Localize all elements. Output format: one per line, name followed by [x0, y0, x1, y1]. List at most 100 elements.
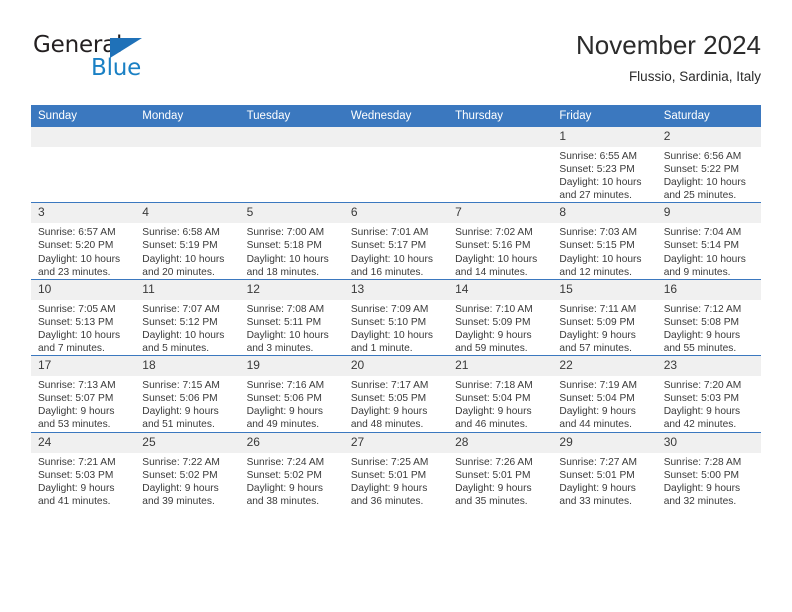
calendar-day-cell[interactable]: 5 Sunrise: 7:00 AM Sunset: 5:18 PM Daylight… — [239, 202, 344, 280]
calendar-day-cell[interactable]: 3 Sunrise: 6:57 AM Sunset: 5:20 PM Daylight… — [31, 202, 136, 280]
daylight-text: Daylight: 9 hours and 36 minutes. — [350, 482, 428, 507]
daylight-text: Daylight: 10 hours and 18 minutes. — [246, 253, 329, 278]
calendar-day-cell[interactable]: 25 Sunrise: 7:22 AM Sunset: 5:02 PM Dayligh… — [135, 431, 240, 508]
brand-name-blue: Blue — [91, 55, 142, 81]
sunrise-text: Sunrise: 7:17 AM — [350, 380, 429, 392]
calendar-day-cell[interactable]: 14 Sunrise: 7:10 AM Sunset: 5:09 PM Dayligh… — [448, 278, 553, 356]
day-number: 26 — [239, 432, 344, 453]
calendar-day-cell[interactable]: 24 Sunrise: 7:21 AM Sunset: 5:03 PM Dayligh… — [31, 431, 136, 508]
day-details: Sunrise: 7:09 AM Sunset: 5:10 PM Daylight:… — [344, 300, 448, 355]
day-number: 8 — [552, 203, 657, 224]
calendar-cell-inner — [448, 127, 553, 202]
day-details: Sunrise: 7:18 AM Sunset: 5:04 PM Daylight:… — [448, 376, 552, 431]
day-number: 13 — [343, 279, 449, 300]
calendar-cell-empty — [31, 127, 136, 203]
day-number — [343, 127, 449, 147]
daylight-text: Daylight: 10 hours and 5 minutes. — [142, 329, 225, 355]
calendar-day-cell[interactable]: 10 Sunrise: 7:05 AM Sunset: 5:13 PM Dayligh… — [31, 278, 136, 356]
day-number: 9 — [656, 203, 761, 224]
title-block: November 2024 Flussio, Sardinia, Italy — [576, 28, 761, 88]
calendar-day-cell[interactable]: 29 Sunrise: 7:27 AM Sunset: 5:01 PM Dayligh… — [552, 431, 657, 508]
sunset-text: Sunset: 5:18 PM — [246, 240, 322, 252]
sunrise-text: Sunrise: 7:25 AM — [350, 456, 429, 468]
sunrise-text: Sunrise: 6:57 AM — [38, 227, 116, 239]
calendar-cell-inner: 17 Sunrise: 7:13 AM Sunset: 5:07 PM Dayligh… — [31, 356, 136, 431]
day-details: Sunrise: 7:21 AM Sunset: 5:03 PM Daylight:… — [31, 453, 135, 508]
calendar-cell-inner — [239, 127, 344, 202]
calendar-day-cell[interactable]: 18 Sunrise: 7:15 AM Sunset: 5:06 PM Dayligh… — [135, 355, 240, 432]
calendar-day-cell[interactable]: 13 Sunrise: 7:09 AM Sunset: 5:10 PM Dayligh… — [343, 278, 449, 356]
calendar-day-cell[interactable]: 16 Sunrise: 7:12 AM Sunset: 5:08 PM Dayligh… — [656, 278, 761, 356]
calendar-day-cell[interactable]: 23 Sunrise: 7:20 AM Sunset: 5:03 PM Dayligh… — [656, 355, 761, 432]
calendar-week-row: 24 Sunrise: 7:21 AM Sunset: 5:03 PM Dayligh… — [31, 431, 761, 508]
sunset-text: Sunset: 5:16 PM — [455, 240, 531, 252]
calendar-day-cell[interactable]: 28 Sunrise: 7:26 AM Sunset: 5:01 PM Dayligh… — [448, 431, 553, 508]
sunset-text: Sunset: 5:11 PM — [246, 316, 322, 328]
calendar-day-cell[interactable]: 8 Sunrise: 7:03 AM Sunset: 5:15 PM Daylight… — [552, 202, 657, 280]
calendar-day-cell[interactable]: 7 Sunrise: 7:02 AM Sunset: 5:16 PM Daylight… — [448, 202, 553, 280]
sunrise-text: Sunrise: 7:09 AM — [350, 303, 429, 315]
day-details: Sunrise: 7:20 AM Sunset: 5:03 PM Daylight:… — [657, 376, 761, 431]
sunset-text: Sunset: 5:22 PM — [663, 164, 740, 176]
day-number: 2 — [656, 127, 761, 147]
calendar-cell-inner: 5 Sunrise: 7:00 AM Sunset: 5:18 PM Daylight… — [239, 203, 344, 278]
day-details: Sunrise: 7:04 AM Sunset: 5:14 PM Daylight:… — [657, 223, 761, 278]
day-details: Sunrise: 7:07 AM Sunset: 5:12 PM Daylight:… — [135, 300, 239, 355]
calendar-cell-inner: 15 Sunrise: 7:11 AM Sunset: 5:09 PM Dayligh… — [552, 279, 657, 355]
calendar-day-cell[interactable]: 11 Sunrise: 7:07 AM Sunset: 5:12 PM Dayligh… — [135, 278, 240, 356]
sunset-text: Sunset: 5:14 PM — [663, 240, 740, 252]
daylight-text: Daylight: 9 hours and 51 minutes. — [142, 406, 219, 431]
sunrise-text: Sunrise: 6:58 AM — [142, 227, 220, 239]
sunrise-text: Sunrise: 7:01 AM — [350, 227, 429, 239]
calendar-day-cell[interactable]: 6 Sunrise: 7:01 AM Sunset: 5:17 PM Daylight… — [343, 202, 449, 280]
calendar-day-cell[interactable]: 30 Sunrise: 7:28 AM Sunset: 5:00 PM Dayligh… — [656, 431, 761, 508]
calendar-cell-inner: 26 Sunrise: 7:24 AM Sunset: 5:02 PM Dayligh… — [239, 432, 344, 508]
calendar-day-cell[interactable]: 1 Sunrise: 6:55 AM Sunset: 5:23 PM Daylight… — [552, 127, 657, 203]
calendar-cell-inner: 16 Sunrise: 7:12 AM Sunset: 5:08 PM Dayligh… — [656, 279, 761, 355]
calendar-day-cell[interactable]: 15 Sunrise: 7:11 AM Sunset: 5:09 PM Dayligh… — [552, 278, 657, 356]
calendar-cell-inner: 6 Sunrise: 7:01 AM Sunset: 5:17 PM Daylight… — [343, 203, 449, 278]
weekday-header-thursday: Thursday — [448, 105, 553, 127]
day-number: 22 — [552, 356, 657, 377]
day-number: 21 — [448, 356, 553, 377]
calendar-cell-inner: 24 Sunrise: 7:21 AM Sunset: 5:03 PM Dayligh… — [31, 432, 136, 508]
sunset-text: Sunset: 5:20 PM — [38, 240, 114, 252]
sunset-text: Sunset: 5:06 PM — [246, 393, 322, 405]
day-details: Sunrise: 7:28 AM Sunset: 5:00 PM Daylight:… — [657, 453, 761, 508]
day-number: 25 — [135, 432, 240, 453]
sunrise-text: Sunrise: 7:03 AM — [559, 227, 637, 239]
daylight-text: Daylight: 9 hours and 41 minutes. — [38, 482, 115, 507]
calendar-day-cell[interactable]: 4 Sunrise: 6:58 AM Sunset: 5:19 PM Daylight… — [135, 202, 240, 280]
calendar-day-cell[interactable]: 20 Sunrise: 7:17 AM Sunset: 5:05 PM Dayligh… — [343, 355, 449, 432]
calendar-cell-inner — [135, 127, 240, 202]
calendar-week-row: 3 Sunrise: 6:57 AM Sunset: 5:20 PM Daylight… — [31, 202, 761, 280]
sunrise-text: Sunrise: 7:19 AM — [559, 380, 637, 392]
calendar-header-row: Sunday Monday Tuesday Wednesday Thursday… — [31, 105, 761, 127]
sunrise-text: Sunrise: 7:20 AM — [663, 380, 742, 392]
calendar-day-cell[interactable]: 19 Sunrise: 7:16 AM Sunset: 5:06 PM Dayligh… — [239, 355, 344, 432]
calendar-day-cell[interactable]: 17 Sunrise: 7:13 AM Sunset: 5:07 PM Dayligh… — [31, 355, 136, 432]
day-number: 1 — [552, 127, 657, 147]
calendar-day-cell[interactable]: 9 Sunrise: 7:04 AM Sunset: 5:14 PM Daylight… — [656, 202, 761, 280]
daylight-text: Daylight: 9 hours and 38 minutes. — [246, 482, 324, 507]
brand-logo[interactable]: General Blue — [31, 32, 211, 92]
daylight-text: Daylight: 9 hours and 44 minutes. — [559, 406, 636, 431]
calendar-cell-inner: 11 Sunrise: 7:07 AM Sunset: 5:12 PM Dayligh… — [135, 279, 240, 355]
sunset-text: Sunset: 5:07 PM — [38, 393, 114, 405]
sunrise-sunset-calendar: Sunday Monday Tuesday Wednesday Thursday… — [31, 105, 761, 508]
day-details: Sunrise: 7:11 AM Sunset: 5:09 PM Daylight:… — [552, 300, 656, 355]
day-details: Sunrise: 7:25 AM Sunset: 5:01 PM Daylight:… — [344, 453, 448, 508]
day-details: Sunrise: 7:16 AM Sunset: 5:06 PM Daylight:… — [240, 376, 344, 431]
calendar-day-cell[interactable]: 27 Sunrise: 7:25 AM Sunset: 5:01 PM Dayligh… — [343, 431, 449, 508]
calendar-day-cell[interactable]: 26 Sunrise: 7:24 AM Sunset: 5:02 PM Dayligh… — [239, 431, 344, 508]
calendar-week-row: 17 Sunrise: 7:13 AM Sunset: 5:07 PM Dayligh… — [31, 355, 761, 432]
calendar-day-cell[interactable]: 2 Sunrise: 6:56 AM Sunset: 5:22 PM Daylight… — [656, 127, 761, 203]
calendar-day-cell[interactable]: 12 Sunrise: 7:08 AM Sunset: 5:11 PM Dayligh… — [239, 278, 344, 356]
sunrise-text: Sunrise: 7:21 AM — [38, 456, 116, 468]
calendar-day-cell[interactable]: 21 Sunrise: 7:18 AM Sunset: 5:04 PM Dayligh… — [448, 355, 553, 432]
sunset-text: Sunset: 5:01 PM — [455, 469, 531, 481]
day-number — [31, 127, 136, 147]
calendar-cell-inner: 14 Sunrise: 7:10 AM Sunset: 5:09 PM Dayligh… — [448, 279, 553, 355]
calendar-day-cell[interactable]: 22 Sunrise: 7:19 AM Sunset: 5:04 PM Dayligh… — [552, 355, 657, 432]
calendar-cell-inner: 22 Sunrise: 7:19 AM Sunset: 5:04 PM Dayligh… — [552, 356, 657, 431]
